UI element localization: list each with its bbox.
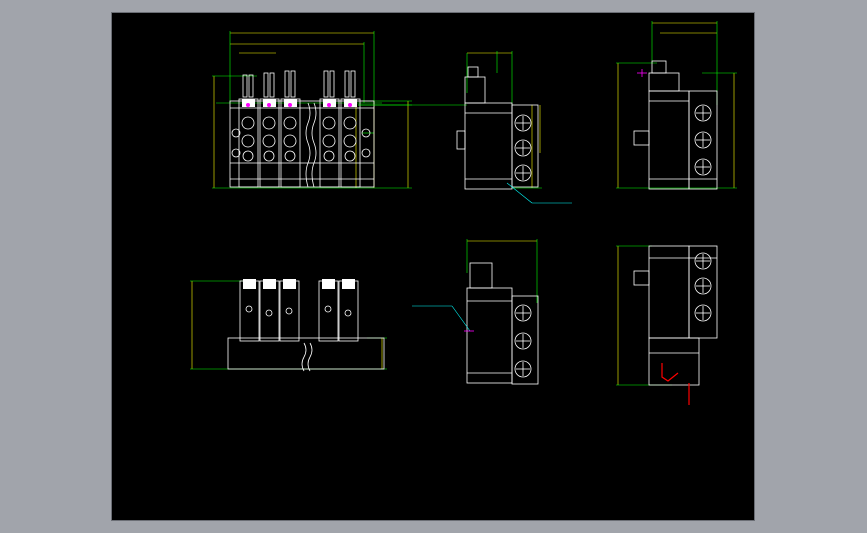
drawing-canvas[interactable] xyxy=(111,12,755,521)
side-view-bottom-right xyxy=(616,245,718,405)
front-view xyxy=(212,31,467,189)
side-view-top-right xyxy=(616,21,737,190)
cad-viewport xyxy=(0,0,867,533)
drawing-svg xyxy=(190,21,737,405)
side-view-top-center xyxy=(456,51,572,204)
side-view-bottom-center xyxy=(412,239,539,385)
bottom-view xyxy=(190,279,387,372)
